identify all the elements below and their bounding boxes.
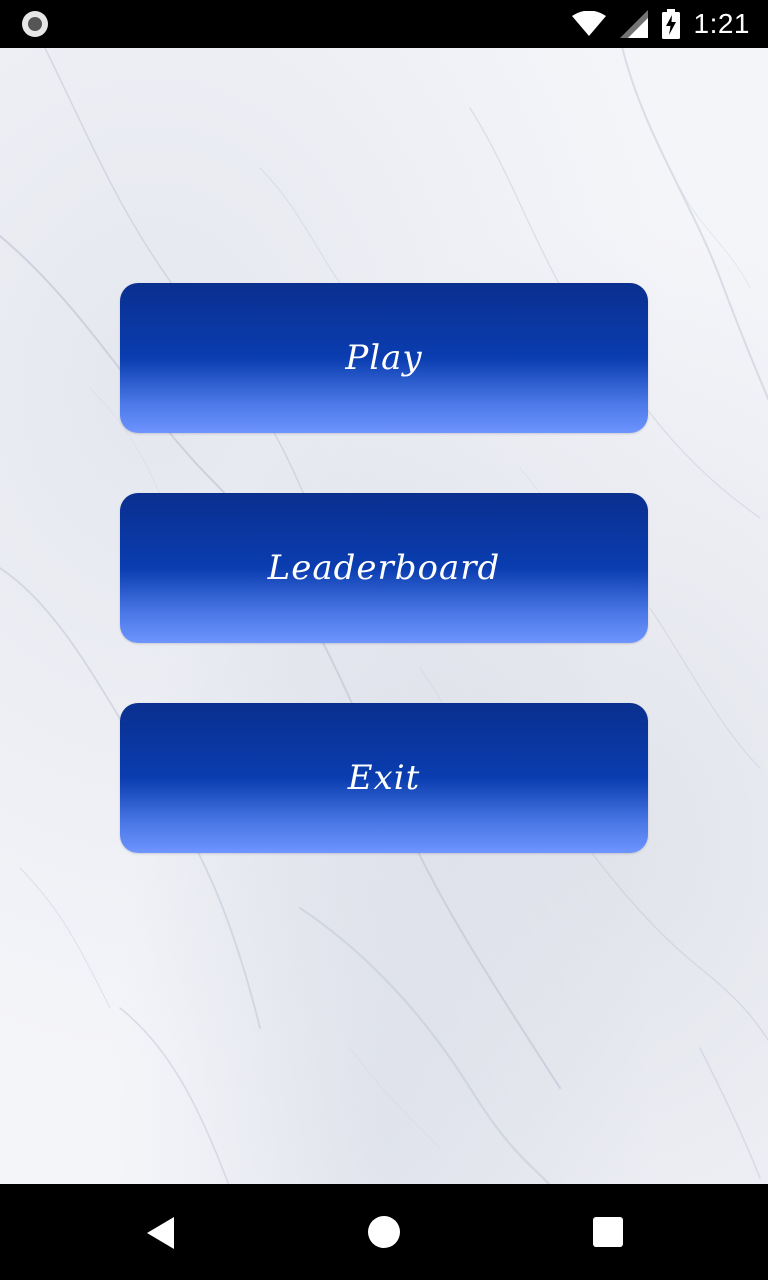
wifi-icon <box>571 11 606 36</box>
app-screen: 1:21 Play Leaderboard Exit <box>0 0 768 1280</box>
status-bar: 1:21 <box>0 0 768 48</box>
exit-button[interactable]: Exit <box>120 703 648 853</box>
exit-button-label: Exit <box>347 758 421 798</box>
leaderboard-button[interactable]: Leaderboard <box>120 493 648 643</box>
recent-apps-icon[interactable] <box>593 1217 623 1247</box>
play-button[interactable]: Play <box>120 283 648 433</box>
record-icon <box>22 11 48 37</box>
navigation-bar <box>0 1184 768 1280</box>
status-time: 1:21 <box>693 8 750 39</box>
signal-icon <box>619 10 648 38</box>
play-button-label: Play <box>345 338 423 378</box>
home-icon[interactable] <box>368 1216 400 1248</box>
back-icon[interactable] <box>146 1216 176 1250</box>
battery-charging-icon <box>661 9 680 39</box>
leaderboard-button-label: Leaderboard <box>267 548 501 588</box>
status-icons: 1:21 <box>571 0 751 48</box>
